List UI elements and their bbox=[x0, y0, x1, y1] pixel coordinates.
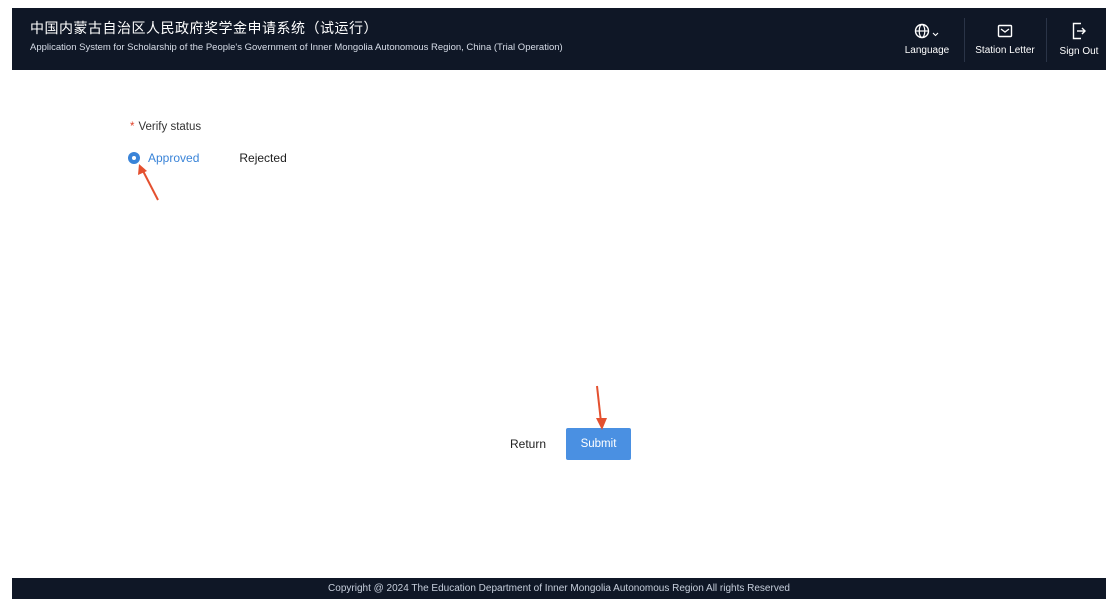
language-label: Language bbox=[904, 44, 950, 56]
required-mark: * bbox=[130, 121, 135, 133]
annotation-arrow-icon bbox=[138, 164, 159, 201]
submit-button[interactable]: Submit bbox=[566, 428, 631, 460]
sign-out-label: Sign Out bbox=[1059, 45, 1099, 57]
verify-status-label: * Verify status bbox=[130, 121, 201, 133]
system-title-chinese: 中国内蒙古自治区人民政府奖学金申请系统（试运行） bbox=[30, 21, 378, 37]
copyright-text: Copyright @ 2024 The Education Departmen… bbox=[328, 583, 790, 594]
sign-out-icon bbox=[1072, 22, 1086, 39]
top-header: 中国内蒙古自治区人民政府奖学金申请系统（试运行） Application Sys… bbox=[12, 8, 1106, 70]
chevron-down-icon bbox=[932, 32, 939, 36]
sign-out-button[interactable]: Sign Out bbox=[1052, 8, 1106, 70]
page: 中国内蒙古自治区人民政府奖学金申请系统（试运行） Application Sys… bbox=[0, 0, 1118, 599]
return-button[interactable]: Return bbox=[503, 431, 553, 457]
header-divider bbox=[964, 18, 965, 62]
station-letter-label: Station Letter bbox=[975, 44, 1035, 56]
mail-icon bbox=[997, 24, 1013, 37]
system-title-english: Application System for Scholarship of th… bbox=[30, 42, 563, 53]
verify-status-text: Verify status bbox=[138, 121, 202, 133]
radio-rejected[interactable]: Rejected bbox=[239, 151, 286, 165]
language-button[interactable]: Language bbox=[899, 8, 955, 70]
annotation-arrow-icon bbox=[596, 385, 607, 430]
header-divider bbox=[1046, 18, 1047, 62]
footer: Copyright @ 2024 The Education Departmen… bbox=[12, 578, 1106, 599]
radio-rejected-label: Rejected bbox=[239, 151, 287, 165]
globe-icon bbox=[914, 23, 939, 38]
station-letter-button[interactable]: Station Letter bbox=[970, 8, 1040, 70]
